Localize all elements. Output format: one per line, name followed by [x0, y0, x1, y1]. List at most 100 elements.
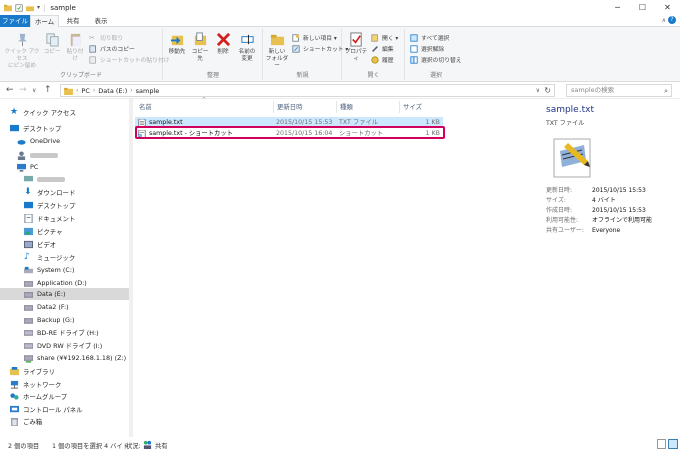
- nav-label: Backup (G:): [37, 316, 75, 324]
- details-view-button[interactable]: [657, 439, 666, 449]
- new-folder-button[interactable]: 新しい フォルダー: [265, 32, 289, 70]
- column-header-size[interactable]: サイズ: [403, 101, 422, 113]
- invert-selection-button[interactable]: 選択の切り替え: [410, 55, 462, 64]
- nav-item-videos[interactable]: ビデオ: [0, 238, 129, 250]
- nav-item-network[interactable]: ネットワーク: [0, 378, 129, 390]
- ribbon-collapse-icon[interactable]: ∧: [662, 17, 666, 24]
- column-header-date[interactable]: 更新日時: [277, 101, 303, 113]
- new-item-button[interactable]: 新しい項目 ▾: [292, 33, 337, 42]
- up-button[interactable]: ↑: [44, 85, 52, 95]
- nav-label: Data2 (F:): [37, 303, 69, 311]
- nav-item-share-z[interactable]: share (¥¥192.168.1.18) (Z:): [0, 352, 129, 364]
- copy-button[interactable]: コピー: [42, 32, 62, 56]
- nav-item-data2-f[interactable]: Data2 (F:): [0, 301, 129, 313]
- forward-button[interactable]: →: [19, 85, 27, 95]
- copy-icon: [45, 33, 59, 47]
- address-dropdown-icon[interactable]: ∨: [536, 87, 540, 94]
- breadcrumb-pc[interactable]: PC: [81, 87, 89, 95]
- nav-item-bdre-h[interactable]: BD-RE ドライブ (H:): [0, 326, 129, 338]
- back-button[interactable]: ←: [6, 85, 14, 95]
- nav-label: デスクトップ: [37, 201, 76, 210]
- nav-item-music[interactable]: ♪ ミュージック: [0, 251, 129, 263]
- nav-item-pc[interactable]: PC: [0, 161, 129, 173]
- rename-button[interactable]: 名前の 変更: [235, 32, 259, 63]
- column-header-type[interactable]: 種類: [340, 101, 353, 113]
- nav-item-desktop[interactable]: デスクトップ: [0, 199, 129, 211]
- delete-label: 削除: [217, 49, 229, 55]
- copy-path-button[interactable]: パスのコピー: [89, 44, 135, 53]
- address-bar[interactable]: › PC › Data (E:) › sample ∨ ↻: [60, 84, 555, 97]
- help-icon[interactable]: ?: [668, 16, 676, 24]
- select-all-button[interactable]: すべて選択: [410, 33, 449, 42]
- group-label-clipboard: クリップボード: [59, 72, 102, 79]
- cut-button[interactable]: ✂ 切り取り: [89, 33, 124, 43]
- paste-shortcut-icon: [89, 55, 96, 64]
- column-divider[interactable]: [399, 101, 400, 113]
- nav-item-quick-access[interactable]: ★ クイック アクセス: [0, 106, 129, 118]
- desktop-icon: [24, 201, 33, 208]
- copy-to-icon: [194, 32, 206, 46]
- nav-item-control-panel[interactable]: コントロール パネル: [0, 403, 129, 415]
- minimize-button[interactable]: ─: [605, 0, 630, 15]
- nav-item-libraries[interactable]: ライブラリ: [0, 365, 129, 377]
- maximize-button[interactable]: ☐: [630, 0, 655, 15]
- properties-button[interactable]: プロパティ: [344, 32, 368, 63]
- column-divider[interactable]: [273, 101, 274, 113]
- tab-view[interactable]: 表示: [88, 15, 114, 27]
- paste-shortcut-button[interactable]: ショートカットの貼り付け: [89, 55, 170, 64]
- close-button[interactable]: ✕: [655, 0, 680, 15]
- new-folder-large-icon: [270, 34, 284, 46]
- title-bar: ▾ | sample ─ ☐ ✕: [0, 0, 680, 15]
- user-icon: [17, 150, 26, 160]
- recent-locations-button[interactable]: ∨: [32, 87, 36, 94]
- nav-item-system-c[interactable]: System (C:): [0, 264, 129, 276]
- tab-share[interactable]: 共有: [60, 15, 86, 27]
- pin-quick-access-button[interactable]: クイック アクセス にピン留め: [4, 32, 40, 70]
- notepad-icon: [553, 138, 591, 178]
- drive-icon: [24, 280, 33, 287]
- nav-item-redacted[interactable]: [0, 173, 129, 185]
- nav-item-user[interactable]: [0, 149, 129, 161]
- open-button[interactable]: 開く ▾: [371, 33, 398, 42]
- edit-label: 編集: [382, 47, 394, 53]
- nav-item-desktop-root[interactable]: デスクトップ: [0, 122, 129, 134]
- nav-item-recycle-bin[interactable]: ごみ箱: [0, 415, 129, 427]
- nav-item-pictures[interactable]: ピクチャ: [0, 225, 129, 237]
- nav-item-dvdrw-i[interactable]: DVD RW ドライブ (I:): [0, 339, 129, 351]
- new-folder-icon[interactable]: [26, 4, 34, 12]
- nav-item-backup-g[interactable]: Backup (G:): [0, 314, 129, 326]
- select-none-button[interactable]: 選択解除: [410, 44, 444, 53]
- copy-label: コピー: [43, 49, 61, 55]
- copy-to-button[interactable]: コピー先: [189, 32, 211, 63]
- column-divider[interactable]: [336, 101, 337, 113]
- search-input[interactable]: sampleの検索 ⌕: [566, 84, 672, 97]
- cut-label: 切り取り: [100, 36, 124, 42]
- nav-label: ダウンロード: [37, 188, 76, 197]
- breadcrumb-drive[interactable]: Data (E:): [98, 87, 127, 95]
- shortcut-button[interactable]: ショートカット ▾: [292, 44, 348, 53]
- move-to-button[interactable]: 移動先: [166, 32, 188, 56]
- nav-label: ライブラリ: [23, 367, 55, 376]
- tab-file[interactable]: ファイル: [0, 15, 30, 27]
- paste-button[interactable]: 貼り付け: [64, 32, 86, 63]
- breadcrumb-folder[interactable]: sample: [136, 87, 160, 95]
- qa-dropdown-icon[interactable]: ▾: [37, 4, 40, 11]
- large-icons-view-button[interactable]: [668, 439, 678, 449]
- history-button[interactable]: 履歴: [371, 55, 394, 64]
- nav-item-data-e[interactable]: Data (E:): [0, 288, 129, 300]
- nav-item-onedrive[interactable]: OneDrive: [0, 135, 129, 147]
- pin-icon: [17, 33, 27, 47]
- nav-item-documents[interactable]: ドキュメント: [0, 212, 129, 224]
- star-icon: ★: [10, 106, 19, 117]
- edit-button[interactable]: 編集: [371, 44, 394, 53]
- column-header-name[interactable]: 名前: [139, 101, 152, 113]
- refresh-icon[interactable]: ↻: [544, 86, 551, 95]
- properties-icon[interactable]: [15, 3, 23, 12]
- nav-item-homegroup[interactable]: ホームグループ: [0, 390, 129, 402]
- scissors-icon: ✂: [89, 33, 95, 42]
- breadcrumb-separator-icon: ›: [92, 87, 96, 94]
- new-item-icon: [292, 33, 300, 42]
- delete-button[interactable]: 削除: [214, 32, 232, 56]
- nav-item-downloads[interactable]: ⬇ ダウンロード: [0, 186, 129, 198]
- group-clipboard: クイック アクセス にピン留め コピー 貼り付け ✂ 切り取り パスのコピー シ…: [0, 29, 170, 80]
